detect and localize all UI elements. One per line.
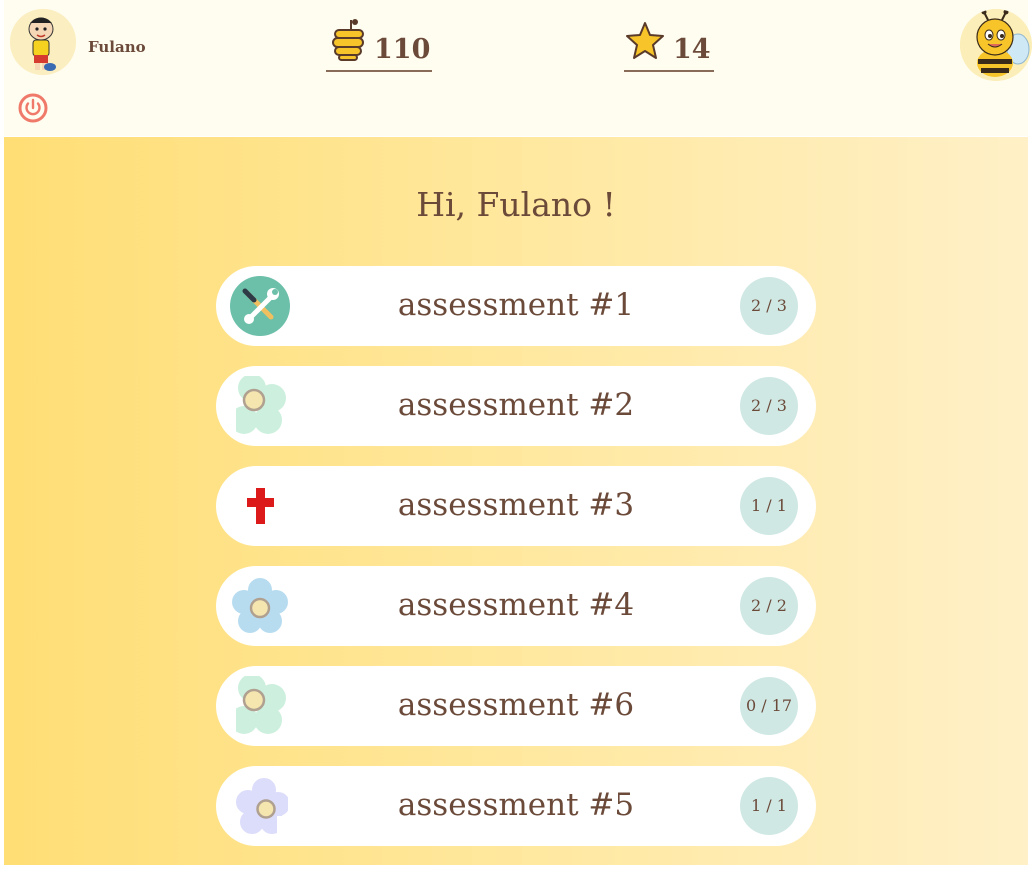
progress-badge: 2 / 2 xyxy=(740,577,798,635)
bee-icon xyxy=(960,9,1032,81)
progress-badge: 1 / 1 xyxy=(740,477,798,535)
assessment-card[interactable]: assessment #1 2 / 3 xyxy=(216,266,816,346)
user-name: Fulano xyxy=(88,38,146,56)
progress-badge: 2 / 3 xyxy=(740,377,798,435)
greeting: Hi, Fulano ! xyxy=(416,185,616,224)
power-icon xyxy=(18,93,48,123)
star-icon xyxy=(626,22,664,59)
assessment-card[interactable]: assessment #3 1 / 1 xyxy=(216,466,816,546)
user-avatar[interactable] xyxy=(10,9,76,75)
honeypot-icon xyxy=(332,19,364,61)
assessment-title: assessment #6 xyxy=(397,687,635,723)
assessment-card[interactable]: assessment #6 0 / 17 xyxy=(216,666,816,746)
progress-badge: 2 / 3 xyxy=(740,277,798,335)
star-count: 14 xyxy=(673,34,711,65)
progress-badge: 0 / 17 xyxy=(740,677,798,735)
progress-badge: 1 / 1 xyxy=(740,777,798,835)
logout-button[interactable] xyxy=(18,93,48,123)
assessment-card[interactable]: assessment #2 2 / 3 xyxy=(216,366,816,446)
assessment-title: assessment #1 xyxy=(397,287,635,323)
assessment-card[interactable]: assessment #4 2 / 2 xyxy=(216,566,816,646)
assessment-title: assessment #3 xyxy=(397,487,635,523)
honey-counter: 110 xyxy=(326,18,432,72)
top-bar: Fulano 110 14 xyxy=(4,0,1032,136)
main-content: Hi, Fulano ! assessment #1 2 / 3 assessm… xyxy=(4,137,1028,865)
star-counter: 14 xyxy=(624,18,714,72)
honey-count: 110 xyxy=(374,34,431,65)
assessment-title: assessment #4 xyxy=(397,587,635,623)
assessment-title: assessment #2 xyxy=(397,387,635,423)
character-avatar-icon xyxy=(10,9,76,75)
bee-mascot[interactable] xyxy=(960,9,1032,81)
assessment-card[interactable]: assessment #5 1 / 1 xyxy=(216,766,816,846)
assessment-title: assessment #5 xyxy=(397,787,635,823)
